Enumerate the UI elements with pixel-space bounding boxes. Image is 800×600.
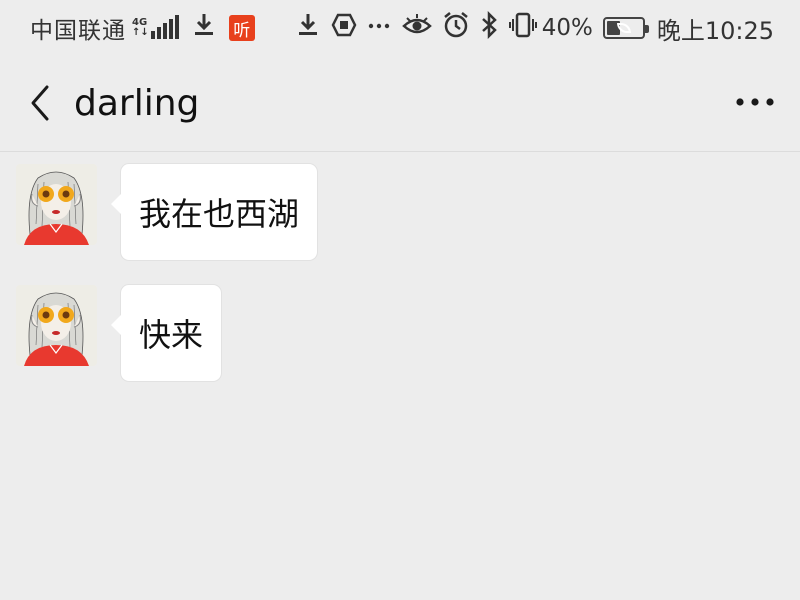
battery-percent: 40% (541, 15, 593, 41)
eye-icon (401, 12, 432, 44)
message-row: 我在也西湖 (16, 164, 318, 260)
more-dots-icon (367, 12, 391, 44)
status-bar: 中国联通 4G ↑↓ 听 40% 晚上10:25 (0, 0, 800, 56)
shield-icon (331, 12, 357, 44)
carrier-name: 中国联通 (30, 18, 126, 44)
clock: 晚上10:25 (656, 16, 774, 45)
message-bubble[interactable]: 我在也西湖 (110, 164, 318, 260)
message-text: 我在也西湖 (139, 195, 300, 233)
avatar[interactable] (16, 285, 97, 366)
chevron-left-icon (31, 85, 49, 121)
bluetooth-icon (480, 10, 498, 45)
message-row: 快来 (16, 285, 222, 381)
more-horizontal-icon (736, 98, 774, 106)
message-bubble[interactable]: 快来 (110, 285, 222, 381)
message-list[interactable]: 我在也西湖 快来 (0, 152, 800, 600)
download-icon (295, 12, 321, 44)
signal-icon (150, 15, 181, 39)
avatar-girl-sunflower-image (16, 285, 97, 366)
vibrate-icon (508, 11, 538, 45)
alarm-icon (442, 11, 470, 45)
network-type: 4G ↑↓ (132, 18, 149, 38)
chat-header: darling (0, 56, 800, 152)
battery-icon (602, 17, 649, 39)
status-bar-right: 40% 晚上10:25 (392, 10, 774, 46)
avatar-girl-sunflower-image (16, 164, 97, 245)
download-icon (191, 12, 217, 44)
network-activity-label: ↑↓ (132, 27, 149, 38)
chat-title: darling (74, 83, 200, 124)
more-options-button[interactable] (730, 82, 780, 122)
status-bar-left: 中国联通 4G ↑↓ 听 (30, 10, 391, 46)
avatar[interactable] (16, 164, 97, 245)
ting-app-icon: 听 (228, 15, 255, 41)
back-button[interactable] (18, 78, 62, 128)
message-text: 快来 (139, 316, 204, 354)
